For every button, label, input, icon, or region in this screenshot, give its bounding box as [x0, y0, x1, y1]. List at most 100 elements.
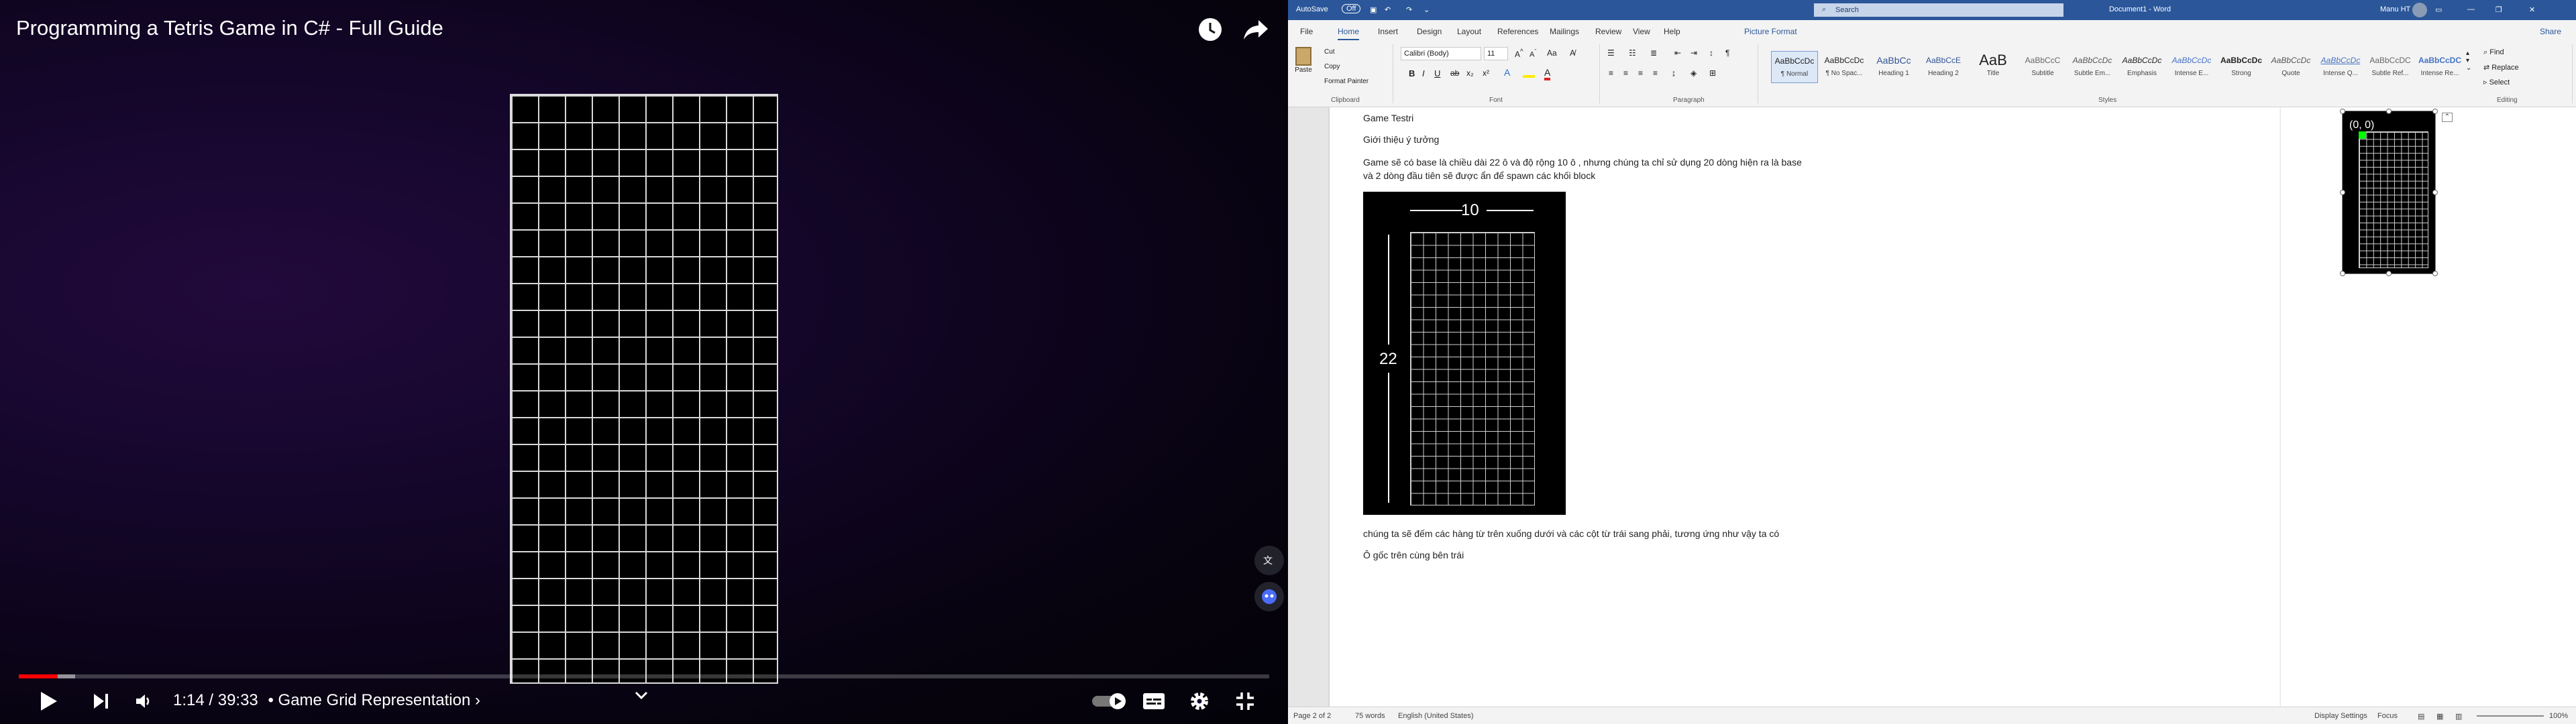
tab-home[interactable]: Home [1338, 27, 1360, 40]
play-icon[interactable] [32, 685, 64, 717]
shrink-font-icon[interactable]: Aˇ [1529, 48, 1536, 59]
style-normal[interactable]: AaBbCcDc ¶ Normal [1771, 51, 1818, 83]
text-effects-icon[interactable]: A [1504, 67, 1510, 78]
style-no-spacing[interactable]: AaBbCcDc ¶ No Spac... [1821, 51, 1868, 83]
redo-icon[interactable]: ↷ [1406, 5, 1412, 14]
ribbon-display-icon[interactable]: ▭ [2435, 5, 2442, 14]
tab-review[interactable]: Review [1595, 27, 1621, 36]
doc-paragraph-1b[interactable]: và 2 dòng đầu tiên sẽ được ẩn để spawn c… [1363, 170, 1595, 181]
exit-fullscreen-icon[interactable] [1229, 685, 1261, 717]
autoplay-toggle[interactable] [1089, 685, 1130, 717]
align-right-icon[interactable]: ≡ [1638, 68, 1643, 78]
video-player[interactable]: Programming a Tetris Game in C# - Full G… [0, 0, 1288, 724]
font-size-select[interactable]: 11 [1484, 47, 1508, 60]
tab-help[interactable]: Help [1664, 27, 1680, 36]
resize-handle[interactable] [2386, 271, 2392, 276]
minimize-icon[interactable]: — [2467, 5, 2475, 13]
undo-icon[interactable]: ↶ [1385, 5, 1391, 14]
resize-handle[interactable] [2432, 271, 2438, 276]
share-button[interactable]: Share [2540, 27, 2561, 36]
web-layout-icon[interactable]: ▥ [2455, 712, 2462, 721]
style-intense-quote[interactable]: AaBbCcDc Intense Q... [2317, 51, 2364, 83]
avatar[interactable] [2412, 3, 2427, 17]
page-count[interactable]: Page 2 of 2 [1293, 712, 1331, 720]
clear-formatting-icon[interactable]: A̸ [1570, 48, 1575, 58]
style-heading-1[interactable]: AaBbCc Heading 1 [1870, 51, 1917, 83]
italic-button[interactable]: I [1422, 68, 1425, 78]
resize-handle[interactable] [2386, 109, 2392, 114]
resize-handle[interactable] [2432, 190, 2438, 195]
style-intense-reference[interactable]: AaBbCcDC Intense Re... [2416, 51, 2463, 83]
doc-heading[interactable]: Game Testri [1363, 113, 1413, 123]
print-layout-icon[interactable]: ▦ [2436, 712, 2443, 721]
justify-icon[interactable]: ≡ [1653, 68, 1658, 78]
avatar-icon[interactable] [1254, 582, 1284, 611]
numbering-icon[interactable]: ☷ [1629, 48, 1636, 58]
superscript-button[interactable]: x² [1483, 68, 1489, 78]
align-left-icon[interactable]: ≡ [1609, 68, 1613, 78]
show-marks-icon[interactable]: ¶ [1725, 48, 1729, 58]
replace-button[interactable]: ⇄ Replace [2483, 63, 2519, 72]
tab-file[interactable]: File [1300, 27, 1313, 36]
next-icon[interactable] [85, 685, 117, 717]
find-button[interactable]: ⌕ Find [2483, 48, 2504, 57]
highlight-icon[interactable] [1523, 68, 1535, 78]
select-button[interactable]: ▹ Select [2483, 78, 2510, 86]
origin-figure[interactable]: (0, 0) [2342, 111, 2436, 274]
word-count[interactable]: 75 words [1355, 712, 1385, 720]
search-input[interactable]: ⌕ Search [1814, 3, 2063, 17]
doc-intro[interactable]: Giới thiệu ý tưởng [1363, 134, 1439, 145]
tab-references[interactable]: References [1497, 27, 1538, 36]
tab-insert[interactable]: Insert [1378, 27, 1398, 36]
bold-button[interactable]: B [1409, 68, 1415, 78]
customize-icon[interactable]: ⌄ [1424, 5, 1430, 14]
font-name-select[interactable]: Calibri (Body) [1401, 47, 1481, 60]
tab-layout[interactable]: Layout [1457, 27, 1481, 36]
save-icon[interactable]: ▣ [1370, 5, 1377, 14]
style-title[interactable]: AaB Title [1970, 51, 2017, 83]
underline-button[interactable]: U [1434, 68, 1440, 78]
tab-design[interactable]: Design [1417, 27, 1442, 36]
grid-figure[interactable]: 10 22 [1363, 192, 1566, 515]
doc-paragraph-2[interactable]: chúng ta sẽ đếm các hàng từ trên xuống d… [1363, 528, 1779, 539]
style-intense-emphasis[interactable]: AaBbCcDc Intense E... [2168, 51, 2215, 83]
style-subtitle[interactable]: AaBbCcC Subtitle [2019, 51, 2066, 83]
translate-icon[interactable]: 文 [1254, 546, 1284, 575]
close-icon[interactable]: ✕ [2529, 5, 2535, 14]
resize-handle[interactable] [2340, 271, 2345, 276]
tab-mailings[interactable]: Mailings [1550, 27, 1579, 36]
style-subtle-emphasis[interactable]: AaBbCcDc Subtle Em... [2069, 51, 2116, 83]
decrease-indent-icon[interactable]: ⇤ [1674, 48, 1681, 58]
multilevel-list-icon[interactable]: ≣ [1650, 48, 1657, 58]
change-case-icon[interactable]: Aa [1547, 48, 1557, 58]
increase-indent-icon[interactable]: ⇥ [1690, 48, 1697, 58]
autosave-toggle[interactable]: Off [1342, 4, 1361, 13]
shading-icon[interactable]: ◈ [1690, 68, 1697, 78]
restore-icon[interactable]: ❐ [2496, 5, 2502, 14]
doc-paragraph-3[interactable]: Ô gốc trên cùng bên trái [1363, 550, 1464, 560]
captions-icon[interactable] [1138, 685, 1170, 717]
chevron-down-icon[interactable] [633, 686, 649, 705]
chapter-title[interactable]: • Game Grid Representation › [268, 691, 480, 709]
copy-button[interactable]: Copy [1324, 63, 1340, 70]
share-icon[interactable] [1241, 15, 1271, 44]
zoom-level[interactable]: 100% [2549, 712, 2568, 720]
line-spacing-icon[interactable]: ↨ [1672, 68, 1676, 78]
doc-paragraph-1a[interactable]: Game sẽ có base là chiều dài 22 ô và độ … [1363, 157, 1802, 168]
bullets-icon[interactable]: ☰ [1607, 48, 1615, 58]
language[interactable]: English (United States) [1398, 712, 1474, 720]
grow-font-icon[interactable]: A^ [1515, 48, 1523, 59]
user-name[interactable]: Manu HT [2380, 5, 2410, 13]
display-settings[interactable]: Display Settings [2314, 712, 2367, 720]
tab-view[interactable]: View [1633, 27, 1650, 36]
paste-button[interactable]: Paste [1293, 47, 1313, 79]
sort-icon[interactable]: ↕ [1709, 48, 1713, 58]
style-quote[interactable]: AaBbCcDc Quote [2267, 51, 2314, 83]
style-emphasis[interactable]: AaBbCcDc Emphasis [2118, 51, 2165, 83]
font-color-icon[interactable]: A [1544, 67, 1551, 80]
settings-icon[interactable] [1183, 685, 1216, 717]
resize-handle[interactable] [2340, 109, 2345, 114]
resize-handle[interactable] [2340, 190, 2345, 195]
volume-icon[interactable] [127, 685, 160, 717]
read-mode-icon[interactable]: ▤ [2418, 712, 2424, 721]
